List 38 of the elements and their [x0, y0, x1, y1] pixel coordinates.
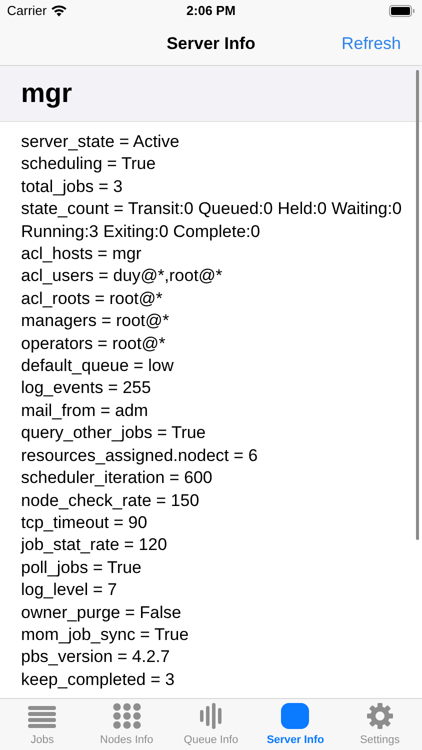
info-line: scheduling = True	[21, 153, 157, 176]
nav-title: Server Info	[166, 32, 256, 55]
info-line: scheduler_iteration = 600	[21, 467, 214, 490]
refresh-button[interactable]: Refresh	[341, 30, 401, 56]
section-title: mgr	[21, 77, 72, 110]
info-line: pbs_version = 4.2.7	[21, 646, 171, 668]
info-line: server_state = Active	[21, 131, 180, 153]
tab-item[interactable]: Nodes Info	[84, 699, 169, 750]
info-line: total_jobs = 3	[21, 176, 124, 198]
info-line: resources_assigned.nodect = 6	[21, 444, 259, 467]
list-icon	[28, 704, 56, 728]
info-line: managers = root@*	[21, 310, 170, 332]
info-line: acl_roots = root@*	[21, 288, 164, 310]
info-line: tcp_timeout = 90	[21, 512, 148, 534]
info-line: keep_completed = 3	[21, 668, 176, 691]
tab-item[interactable]: Settings	[338, 699, 422, 750]
dots-grid-icon	[112, 702, 141, 728]
info-line: operators = root@*	[21, 332, 166, 355]
info-line: query_other_jobs = True	[21, 422, 207, 444]
info-line: log_level = 7	[21, 579, 118, 602]
info-line: node_check_rate = 150	[21, 490, 200, 512]
wifi-icon	[50, 5, 67, 17]
info-line: poll_jobs = True	[21, 556, 142, 579]
info-line: log_events = 255	[21, 377, 152, 400]
info-line: default_queue = low	[21, 355, 175, 378]
info-line: mom_job_sync = True	[21, 624, 190, 646]
info-line: acl_users = duy@*,root@*	[21, 265, 224, 288]
bars-icon	[200, 702, 222, 728]
info-line: acl_hosts = mgr	[21, 243, 142, 266]
info-line: owner_purge = False	[21, 602, 182, 624]
info-line: mail_from = adm	[21, 400, 150, 422]
battery-icon	[388, 5, 415, 17]
tab-item[interactable]: Queue Info	[168, 699, 254, 750]
carrier-label: Carrier	[7, 2, 47, 20]
tab-item[interactable]: Jobs	[0, 699, 84, 750]
tab-item[interactable]: Server Info	[253, 699, 338, 750]
clock-label: 2:06 PM	[186, 2, 236, 20]
info-line: job_stat_rate = 120	[21, 534, 168, 556]
